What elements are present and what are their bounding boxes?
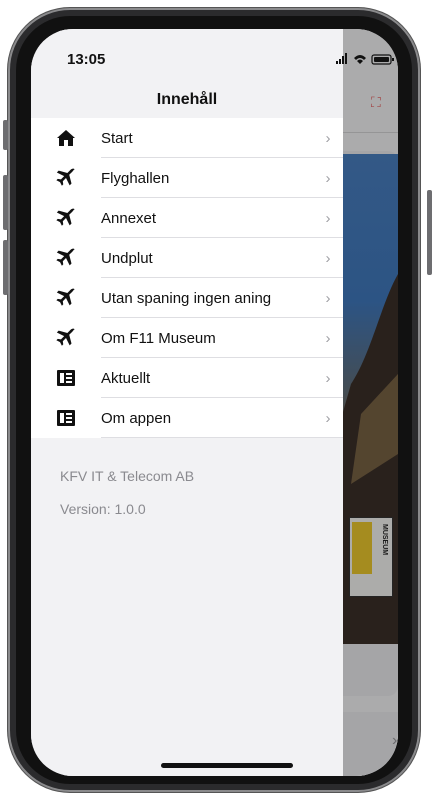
menu-item-label: Start — [101, 129, 133, 147]
airplane-icon — [31, 167, 101, 189]
home-icon — [31, 128, 101, 148]
app-version: Version: 1.0.0 — [60, 501, 146, 517]
menu-item-om-f11-museum[interactable]: Om F11 Museum › — [31, 318, 343, 358]
airplane-icon — [31, 327, 101, 349]
menu-item-aktuellt[interactable]: Aktuellt › — [31, 358, 343, 398]
chevron-right-icon: › — [325, 289, 331, 307]
menu-item-start[interactable]: Start › — [31, 118, 343, 158]
menu-item-label: Om appen — [101, 409, 172, 427]
chevron-right-icon: › — [325, 329, 331, 347]
chevron-right-icon: › — [325, 209, 331, 227]
home-indicator[interactable] — [161, 763, 293, 768]
status-icons — [336, 53, 398, 68]
menu-item-annexet[interactable]: Annexet › — [31, 198, 343, 238]
screen: ⛶ MUSEUM › 13:05 Innehåll Start › Flyghall… — [31, 29, 398, 776]
news-icon — [31, 408, 101, 428]
status-time: 13:05 — [67, 51, 106, 68]
status-bar: 13:05 — [31, 29, 343, 77]
company-name: KFV IT & Telecom AB — [60, 468, 195, 484]
airplane-icon — [31, 207, 101, 229]
menu-item-om-appen[interactable]: Om appen › — [31, 398, 343, 438]
drawer-title: Innehåll — [156, 91, 218, 108]
chevron-right-icon: › — [325, 369, 331, 387]
chevron-right-icon: › — [325, 129, 331, 147]
volume-down-button — [3, 240, 8, 295]
menu-item-label: Flyghallen — [101, 169, 170, 187]
menu-item-flyghallen[interactable]: Flyghallen › — [31, 158, 343, 198]
menu-item-label: Aktuellt — [101, 369, 151, 387]
menu-item-undplut[interactable]: Undplut › — [31, 238, 343, 278]
airplane-icon — [31, 287, 101, 309]
chevron-right-icon: › — [325, 409, 331, 427]
menu-item-utan-spaning-ingen-aning[interactable]: Utan spaning ingen aning › — [31, 278, 343, 318]
volume-up-button — [3, 175, 8, 230]
menu-item-label: Om F11 Museum — [101, 329, 216, 347]
news-icon — [31, 368, 101, 388]
navigation-drawer: 13:05 Innehåll Start › Flyghallen › Annexet ›… — [31, 29, 343, 776]
power-button — [427, 190, 432, 275]
chevron-right-icon: › — [325, 169, 331, 187]
menu-item-label: Annexet — [101, 209, 157, 227]
chevron-right-icon: › — [325, 249, 331, 267]
status-indicators — [336, 53, 394, 65]
drawer-menu: Start › Flyghallen › Annexet › Undplut › Utan sp… — [31, 118, 343, 438]
airplane-icon — [31, 247, 101, 269]
menu-item-label: Utan spaning ingen aning — [101, 289, 272, 307]
divider — [101, 437, 343, 438]
menu-item-label: Undplut — [101, 249, 153, 267]
mute-switch — [3, 120, 8, 150]
